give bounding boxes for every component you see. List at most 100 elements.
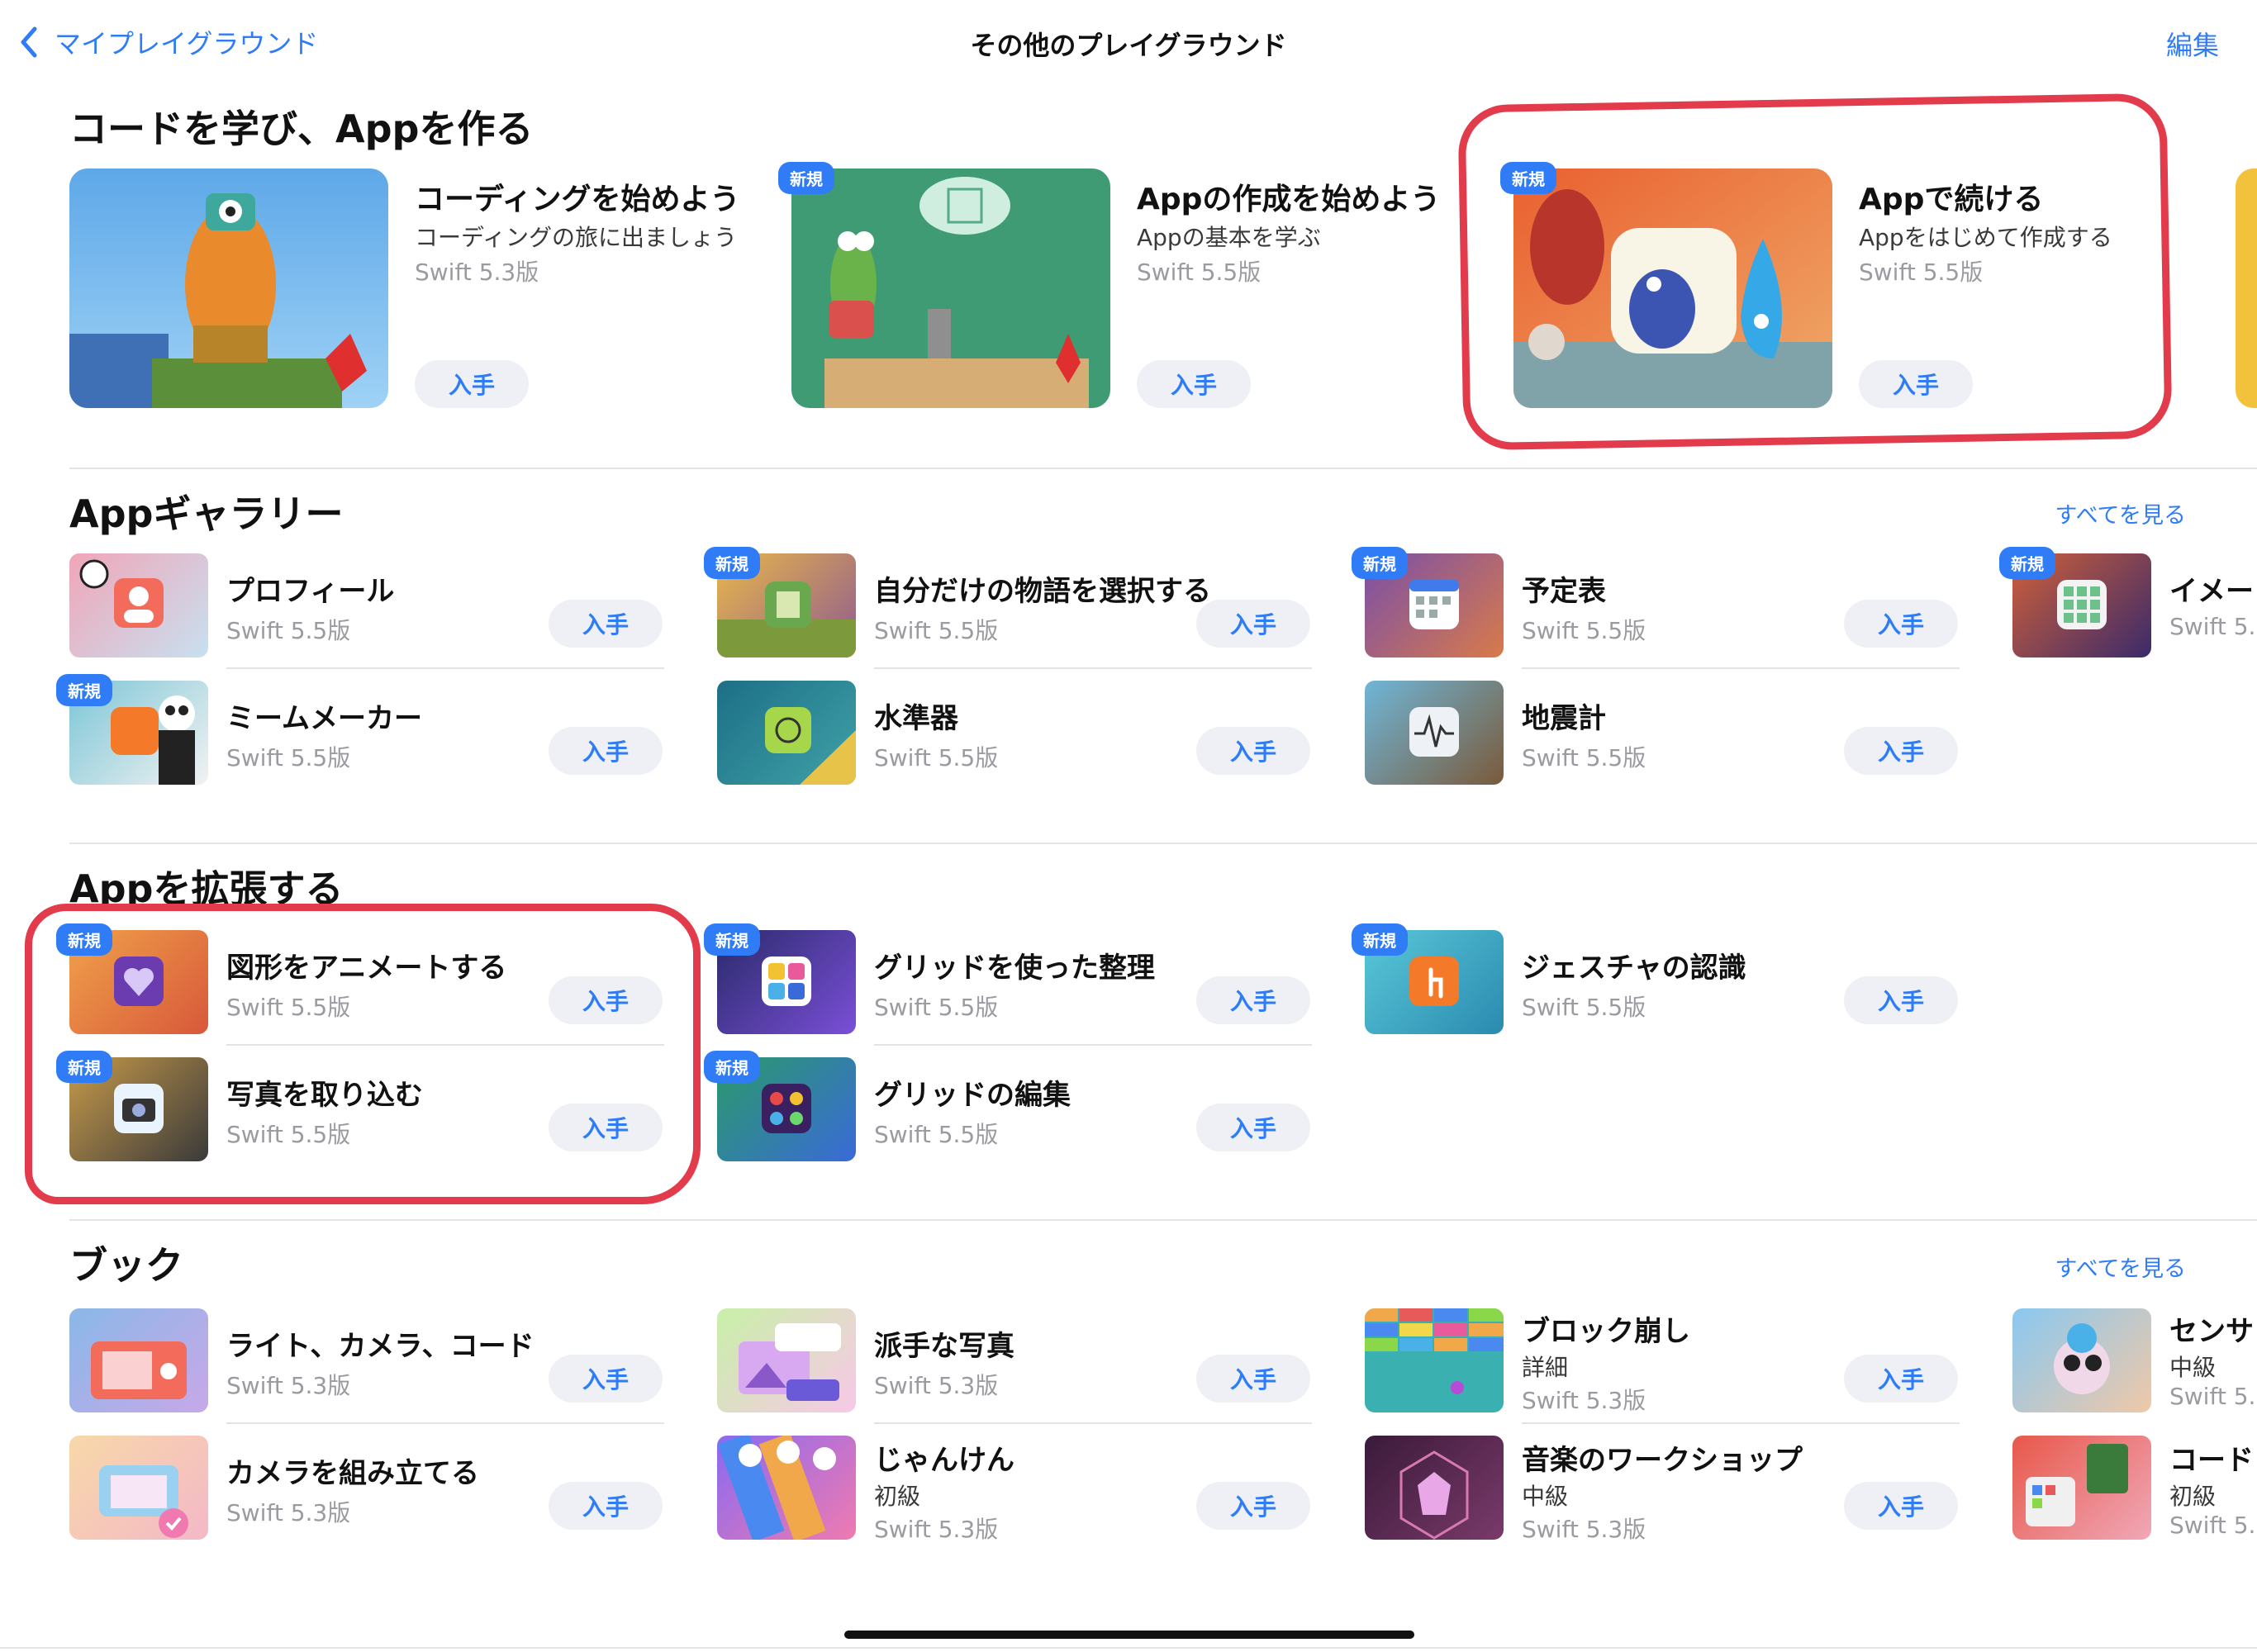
card-thumbnail-partial[interactable] bbox=[2236, 169, 2257, 408]
new-badge: 新規 bbox=[778, 162, 834, 194]
section-title-learn: コードを学び、Appを作る bbox=[69, 107, 534, 151]
home-indicator[interactable] bbox=[844, 1631, 1414, 1639]
thumbnail-rock-paper-scissors[interactable] bbox=[717, 1436, 856, 1540]
row-separator bbox=[1522, 1422, 1960, 1424]
item-title: グリッドの編集 bbox=[874, 1079, 1071, 1112]
new-badge: 新規 bbox=[1999, 547, 2055, 579]
get-button[interactable]: 入手 bbox=[549, 1482, 663, 1530]
new-badge: 新規 bbox=[56, 674, 112, 706]
get-button[interactable]: 入手 bbox=[1137, 360, 1251, 408]
item-title: 派手な写真 bbox=[874, 1330, 1014, 1363]
item-version: Swift 5.5版 bbox=[1522, 617, 1646, 644]
item-version: Swift 5.5版 bbox=[226, 617, 351, 644]
bottom-edge bbox=[0, 1647, 2257, 1649]
new-badge: 新規 bbox=[56, 1051, 112, 1083]
item-title: イメー bbox=[2169, 575, 2254, 608]
section-divider bbox=[69, 468, 2257, 469]
card-title: Appで続ける bbox=[1859, 183, 2044, 216]
get-button[interactable]: 入手 bbox=[1196, 600, 1310, 648]
get-button[interactable]: 入手 bbox=[1196, 1482, 1310, 1530]
item-title: ジェスチャの認識 bbox=[1522, 952, 1746, 985]
get-button[interactable]: 入手 bbox=[1196, 976, 1310, 1024]
item-title: ブロック崩し bbox=[1522, 1315, 1690, 1348]
edit-button[interactable]: 編集 bbox=[2166, 25, 2219, 63]
item-title: ミームメーカー bbox=[226, 702, 422, 735]
new-badge: 新規 bbox=[1500, 162, 1556, 194]
new-badge: 新規 bbox=[1352, 923, 1408, 956]
item-version: Swift 5.5版 bbox=[226, 1121, 351, 1148]
item-version: Swift 5. bbox=[2169, 1512, 2256, 1539]
card-thumbnail-learn-to-code[interactable] bbox=[69, 169, 388, 408]
thumbnail-lights-camera-code[interactable] bbox=[69, 1308, 208, 1412]
item-version: Swift 5.3版 bbox=[1522, 1387, 1646, 1414]
item-version: Swift 5.3版 bbox=[226, 1372, 351, 1399]
row-separator bbox=[874, 667, 1312, 669]
item-level: 初級 bbox=[2169, 1483, 2217, 1510]
item-version: Swift 5.5版 bbox=[226, 744, 351, 771]
thumbnail-level[interactable] bbox=[717, 681, 856, 785]
see-all-link[interactable]: すべてを見る bbox=[2055, 1251, 2187, 1283]
section-title-books: ブック bbox=[69, 1243, 183, 1288]
thumbnail-code[interactable] bbox=[2012, 1436, 2151, 1540]
get-button[interactable]: 入手 bbox=[1844, 600, 1958, 648]
get-button[interactable]: 入手 bbox=[1196, 1355, 1310, 1403]
row-separator bbox=[1522, 667, 1960, 669]
item-version: Swift 5.5版 bbox=[1522, 744, 1646, 771]
row-separator bbox=[874, 1044, 1312, 1046]
row-separator bbox=[226, 1044, 664, 1046]
card-subtitle: Appをはじめて作成する bbox=[1859, 224, 2112, 251]
get-button[interactable]: 入手 bbox=[1196, 1104, 1310, 1151]
get-button[interactable]: 入手 bbox=[1859, 360, 1973, 408]
section-title-gallery: Appギャラリー bbox=[69, 491, 344, 536]
item-title: 音楽のワークショップ bbox=[1522, 1444, 1803, 1477]
thumbnail-brick-breaker[interactable] bbox=[1365, 1308, 1504, 1412]
see-all-link[interactable]: すべてを見る bbox=[2055, 497, 2187, 529]
item-title: 予定表 bbox=[1522, 575, 1606, 608]
get-button[interactable]: 入手 bbox=[1844, 727, 1958, 775]
row-separator bbox=[874, 1422, 1312, 1424]
item-version: Swift 5.5版 bbox=[226, 994, 351, 1021]
card-thumbnail-keep-going[interactable] bbox=[1513, 169, 1832, 408]
get-button[interactable]: 入手 bbox=[415, 360, 529, 408]
thumbnail-seismometer[interactable] bbox=[1365, 681, 1504, 785]
item-version: Swift 5.3版 bbox=[1522, 1516, 1646, 1543]
row-separator bbox=[226, 1422, 664, 1424]
card-thumbnail-app-dev[interactable] bbox=[791, 169, 1110, 408]
item-version: Swift 5.5版 bbox=[874, 1121, 999, 1148]
get-button[interactable]: 入手 bbox=[549, 600, 663, 648]
item-title: プロフィール bbox=[226, 575, 395, 608]
item-title: 地震計 bbox=[1522, 702, 1606, 735]
item-title: じゃんけん bbox=[874, 1444, 1014, 1477]
get-button[interactable]: 入手 bbox=[549, 1355, 663, 1403]
new-badge: 新規 bbox=[704, 923, 760, 956]
get-button[interactable]: 入手 bbox=[1844, 1355, 1958, 1403]
item-version: Swift 5.3版 bbox=[226, 1499, 351, 1526]
get-button[interactable]: 入手 bbox=[549, 727, 663, 775]
thumbnail-flashy-photos[interactable] bbox=[717, 1308, 856, 1412]
item-version: Swift 5.3版 bbox=[874, 1372, 999, 1399]
thumbnail-music-workshop[interactable] bbox=[1365, 1436, 1504, 1540]
item-version: Swift 5. bbox=[2169, 1383, 2256, 1410]
section-divider bbox=[69, 1219, 2257, 1221]
thumbnail-sensor[interactable] bbox=[2012, 1308, 2151, 1412]
thumbnail-profile[interactable] bbox=[69, 553, 208, 657]
card-version: Swift 5.5版 bbox=[1137, 259, 1262, 286]
card-subtitle: コーディングの旅に出ましょう bbox=[415, 224, 738, 251]
get-button[interactable]: 入手 bbox=[1196, 727, 1310, 775]
thumbnail-build-camera[interactable] bbox=[69, 1436, 208, 1540]
get-button[interactable]: 入手 bbox=[1844, 976, 1958, 1024]
section-divider bbox=[69, 843, 2257, 844]
item-version: Swift 5.5版 bbox=[1522, 994, 1646, 1021]
get-button[interactable]: 入手 bbox=[549, 976, 663, 1024]
get-button[interactable]: 入手 bbox=[549, 1104, 663, 1151]
item-title: グリッドを使った整理 bbox=[874, 952, 1155, 985]
item-title: カメラを組み立てる bbox=[226, 1457, 479, 1490]
item-version: Swift 5. bbox=[2169, 613, 2256, 640]
item-level: 中級 bbox=[2169, 1354, 2217, 1381]
card-version: Swift 5.3版 bbox=[415, 259, 539, 286]
item-version: Swift 5.5版 bbox=[874, 744, 999, 771]
new-badge: 新規 bbox=[704, 547, 760, 579]
get-button[interactable]: 入手 bbox=[1844, 1482, 1958, 1530]
item-title: センサ bbox=[2169, 1315, 2254, 1348]
page-title: その他のプレイグラウンド bbox=[970, 30, 1287, 61]
